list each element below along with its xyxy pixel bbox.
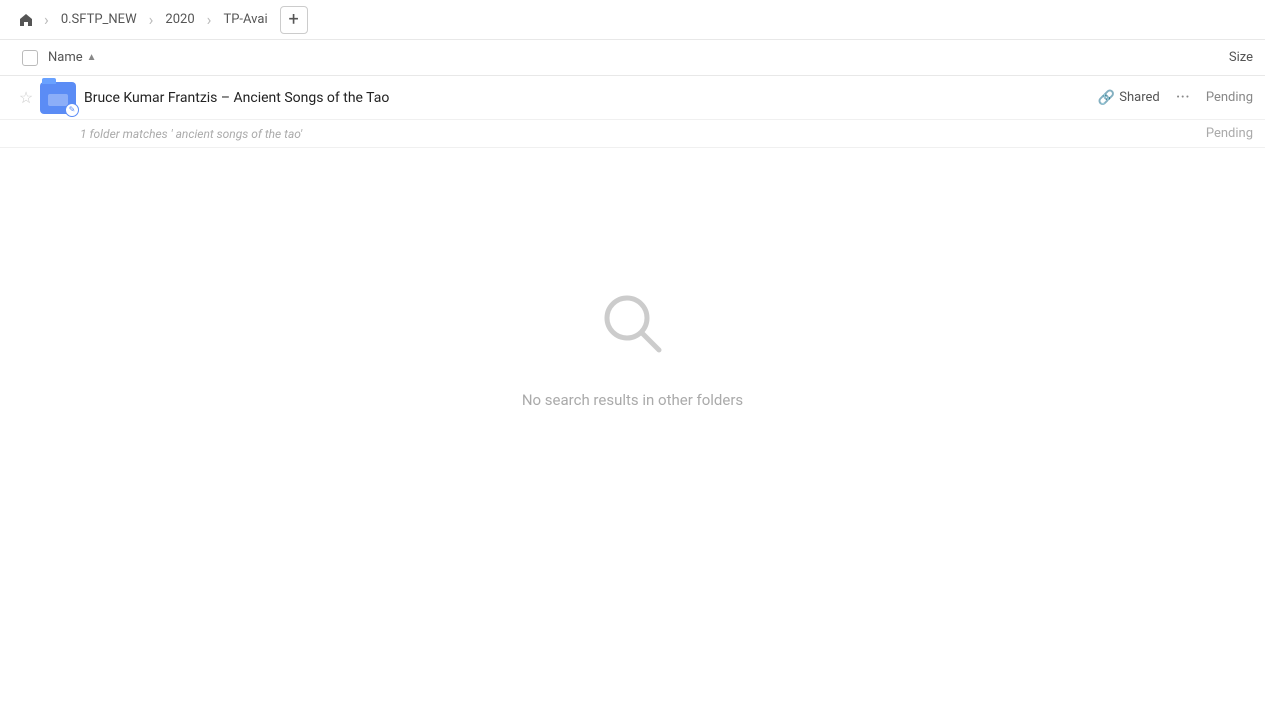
folder-icon-box: ✎ <box>40 82 76 114</box>
breadcrumb-item-3[interactable]: TP-Avai <box>215 9 275 30</box>
more-options-button[interactable]: ··· <box>1172 85 1194 110</box>
match-info-text: 1 folder matches ' ancient songs of the … <box>80 127 302 141</box>
size-column-header[interactable]: Size <box>1173 50 1253 65</box>
match-info-row: 1 folder matches ' ancient songs of the … <box>0 120 1265 148</box>
breadcrumb-bar: › 0.SFTP_NEW › 2020 › TP-Avai + <box>0 0 1265 40</box>
column-header-row: Name ▲ Size <box>0 40 1265 76</box>
breadcrumb-sep-2: › <box>149 10 154 29</box>
edit-icon: ✎ <box>69 105 76 114</box>
file-row[interactable]: ☆ ✎ Bruce Kumar Frantzis – Ancient Songs… <box>0 76 1265 120</box>
ellipsis-icon: ··· <box>1176 87 1190 108</box>
breadcrumb-sep-3: › <box>207 10 212 29</box>
name-column-header[interactable]: Name ▲ <box>48 50 1173 65</box>
folder-icon: ✎ <box>40 80 76 116</box>
empty-state-text: No search results in other folders <box>522 391 743 409</box>
star-button[interactable]: ☆ <box>12 88 40 107</box>
shared-label: Shared <box>1119 90 1159 105</box>
file-name: Bruce Kumar Frantzis – Ancient Songs of … <box>84 90 1098 106</box>
select-all-checkbox[interactable] <box>22 50 38 66</box>
breadcrumb-sep-1: › <box>44 10 49 29</box>
home-button[interactable] <box>12 6 40 34</box>
select-all-checkbox-col[interactable] <box>12 50 48 66</box>
empty-search-icon <box>597 288 669 375</box>
name-column-label: Name <box>48 50 83 65</box>
content-area: ☆ ✎ Bruce Kumar Frantzis – Ancient Songs… <box>0 76 1265 469</box>
sort-icon: ▲ <box>87 52 97 63</box>
row-actions: 🔗 Shared ··· Pending <box>1098 85 1253 110</box>
add-breadcrumb-button[interactable]: + <box>280 6 308 34</box>
breadcrumb: › 0.SFTP_NEW › 2020 › TP-Avai + <box>12 6 308 34</box>
empty-state: No search results in other folders <box>0 228 1265 469</box>
shared-badge: 🔗 Shared <box>1098 90 1160 106</box>
breadcrumb-item-2[interactable]: 2020 <box>157 9 202 30</box>
folder-edit-badge: ✎ <box>65 103 79 117</box>
star-icon: ☆ <box>19 88 33 107</box>
match-pending-label: Pending <box>1206 126 1253 141</box>
link-icon: 🔗 <box>1098 90 1115 106</box>
breadcrumb-item-1[interactable]: 0.SFTP_NEW <box>53 9 145 30</box>
pending-badge: Pending <box>1206 90 1253 105</box>
